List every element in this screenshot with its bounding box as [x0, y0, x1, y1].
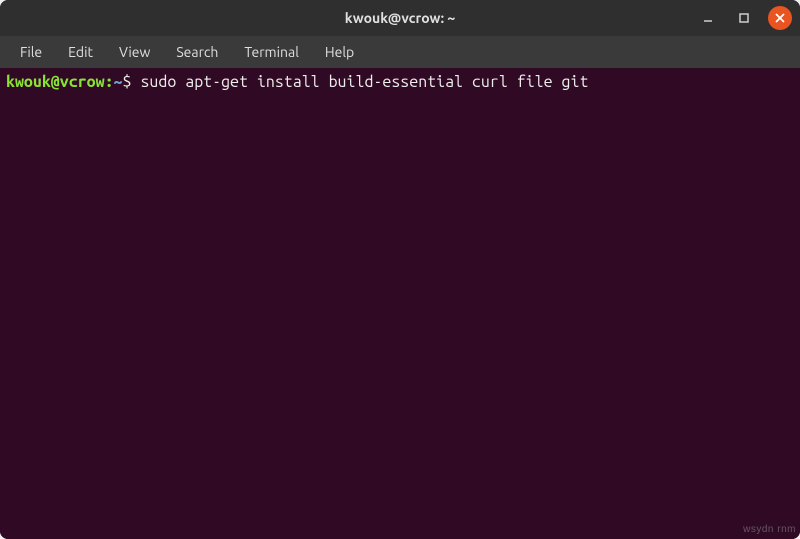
- prompt-symbol: $: [123, 73, 132, 91]
- command-text: sudo apt-get install build-essential cur…: [140, 73, 588, 91]
- terminal-window: kwouk@vcrow: ~ File Edit View Search Ter…: [0, 0, 800, 539]
- menu-search[interactable]: Search: [164, 40, 230, 64]
- menu-view[interactable]: View: [107, 40, 162, 64]
- close-icon: [775, 13, 785, 23]
- maximize-icon: [738, 12, 750, 24]
- titlebar: kwouk@vcrow: ~: [0, 0, 800, 36]
- minimize-button[interactable]: [696, 6, 720, 30]
- menu-file[interactable]: File: [8, 40, 54, 64]
- terminal-area[interactable]: kwouk@vcrow:~$ sudo apt-get install buil…: [0, 68, 800, 539]
- minimize-icon: [702, 12, 714, 24]
- menu-terminal[interactable]: Terminal: [232, 40, 311, 64]
- watermark: wsydn rnm: [743, 524, 796, 535]
- window-controls: [696, 6, 792, 30]
- menu-edit[interactable]: Edit: [56, 40, 105, 64]
- prompt-user-host: kwouk@vcrow: [6, 73, 105, 91]
- prompt-path: ~: [114, 73, 123, 91]
- menu-help[interactable]: Help: [313, 40, 366, 64]
- prompt-separator: :: [105, 73, 114, 91]
- window-title: kwouk@vcrow: ~: [345, 10, 456, 26]
- maximize-button[interactable]: [732, 6, 756, 30]
- close-button[interactable]: [768, 6, 792, 30]
- menubar: File Edit View Search Terminal Help: [0, 36, 800, 68]
